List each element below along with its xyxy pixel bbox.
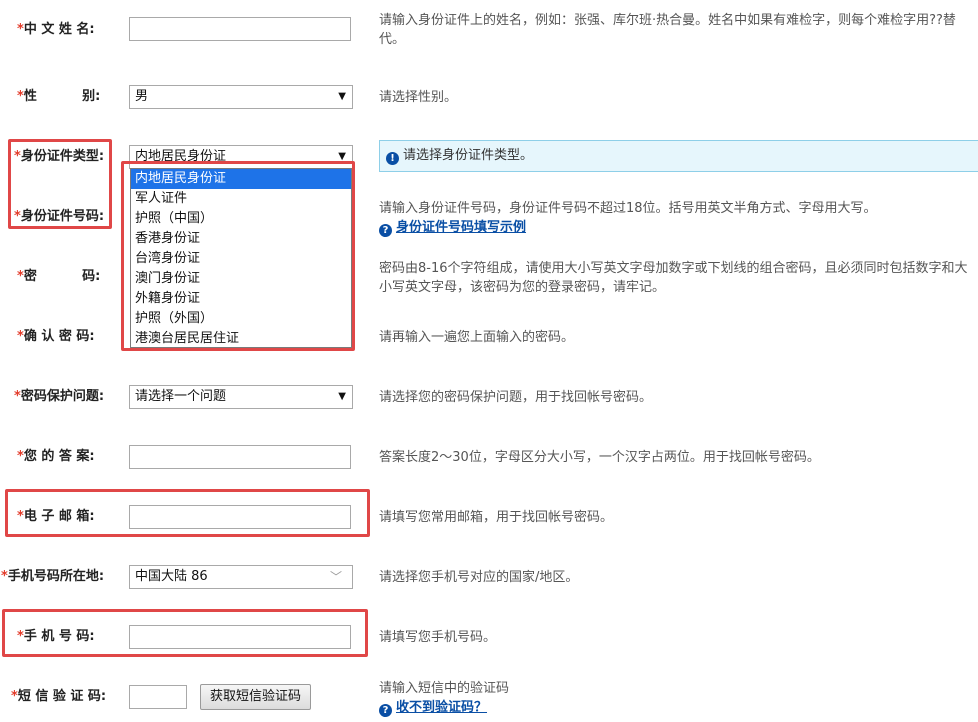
- password-hint: 密码由8-16个字符组成，请使用大小写英文字母加数字或下划线的组合密码，且必须同…: [379, 261, 968, 295]
- sms-code-input[interactable]: [129, 685, 187, 709]
- info-icon: !: [386, 152, 399, 165]
- security-question-select[interactable]: 请选择一个问题 ▼: [129, 385, 353, 409]
- confirm-password-hint: 请再输入一遍您上面输入的密码。: [379, 330, 575, 345]
- email-hint: 请填写您常用邮箱，用于找回帐号密码。: [379, 510, 614, 525]
- name-label: *中 文 姓 名:: [17, 22, 95, 37]
- answer-input[interactable]: [129, 445, 351, 469]
- sms-code-label: *短 信 验 证 码:: [11, 689, 107, 704]
- highlight-box-id-labels: [8, 139, 112, 229]
- security-question-value: 请选择一个问题: [135, 389, 227, 404]
- get-sms-code-button[interactable]: 获取短信验证码: [200, 684, 311, 710]
- gender-hint: 请选择性别。: [379, 90, 458, 105]
- answer-label: *您 的 答 案:: [17, 449, 95, 464]
- id-number-example-link[interactable]: 身份证件号码填写示例: [396, 220, 526, 235]
- id-number-hint: 请输入身份证件号码，身份证件号码不超过18位。括号用英文半角方式、字母用大写。 …: [379, 201, 877, 237]
- name-hint: 请输入身份证件上的姓名，例如：张强、库尔班·热合曼。姓名中如果有难检字，则每个难…: [379, 13, 956, 47]
- phone-region-value: 中国大陆 86: [135, 569, 208, 584]
- info-icon: ?: [379, 704, 392, 717]
- name-input[interactable]: [129, 17, 351, 41]
- confirm-password-label: *确 认 密 码:: [17, 329, 95, 344]
- highlight-box-id-dropdown: [121, 161, 355, 351]
- highlight-box-email: [5, 489, 370, 537]
- security-question-hint: 请选择您的密码保护问题，用于找回帐号密码。: [379, 390, 653, 405]
- highlight-box-phone: [2, 609, 368, 657]
- phone-region-select[interactable]: 中国大陆 86 ﹀: [129, 565, 353, 589]
- gender-select[interactable]: 男 ▼: [129, 85, 353, 109]
- answer-hint: 答案长度2～30位，字母区分大小写，一个汉字占两位。用于找回帐号密码。: [379, 450, 820, 465]
- gender-value: 男: [135, 89, 149, 104]
- id-type-tip: ! 请选择身份证件类型。: [379, 140, 978, 172]
- phone-hint: 请填写您手机号码。: [379, 630, 497, 645]
- chevron-down-icon: ﹀: [329, 570, 342, 584]
- chevron-down-icon: ▼: [338, 391, 346, 402]
- password-label: *密 码:: [17, 269, 101, 284]
- security-question-label: *密码保护问题:: [14, 389, 105, 404]
- phone-region-hint: 请选择您手机号对应的国家/地区。: [379, 570, 579, 585]
- no-code-link[interactable]: 收不到验证码？: [396, 700, 487, 715]
- sms-code-hint: 请输入短信中的验证码 ? 收不到验证码？: [379, 681, 510, 717]
- phone-region-label: *手机号码所在地:: [1, 569, 105, 584]
- gender-label: *性 别:: [17, 89, 101, 104]
- info-icon: ?: [379, 224, 392, 237]
- chevron-down-icon: ▼: [338, 91, 346, 102]
